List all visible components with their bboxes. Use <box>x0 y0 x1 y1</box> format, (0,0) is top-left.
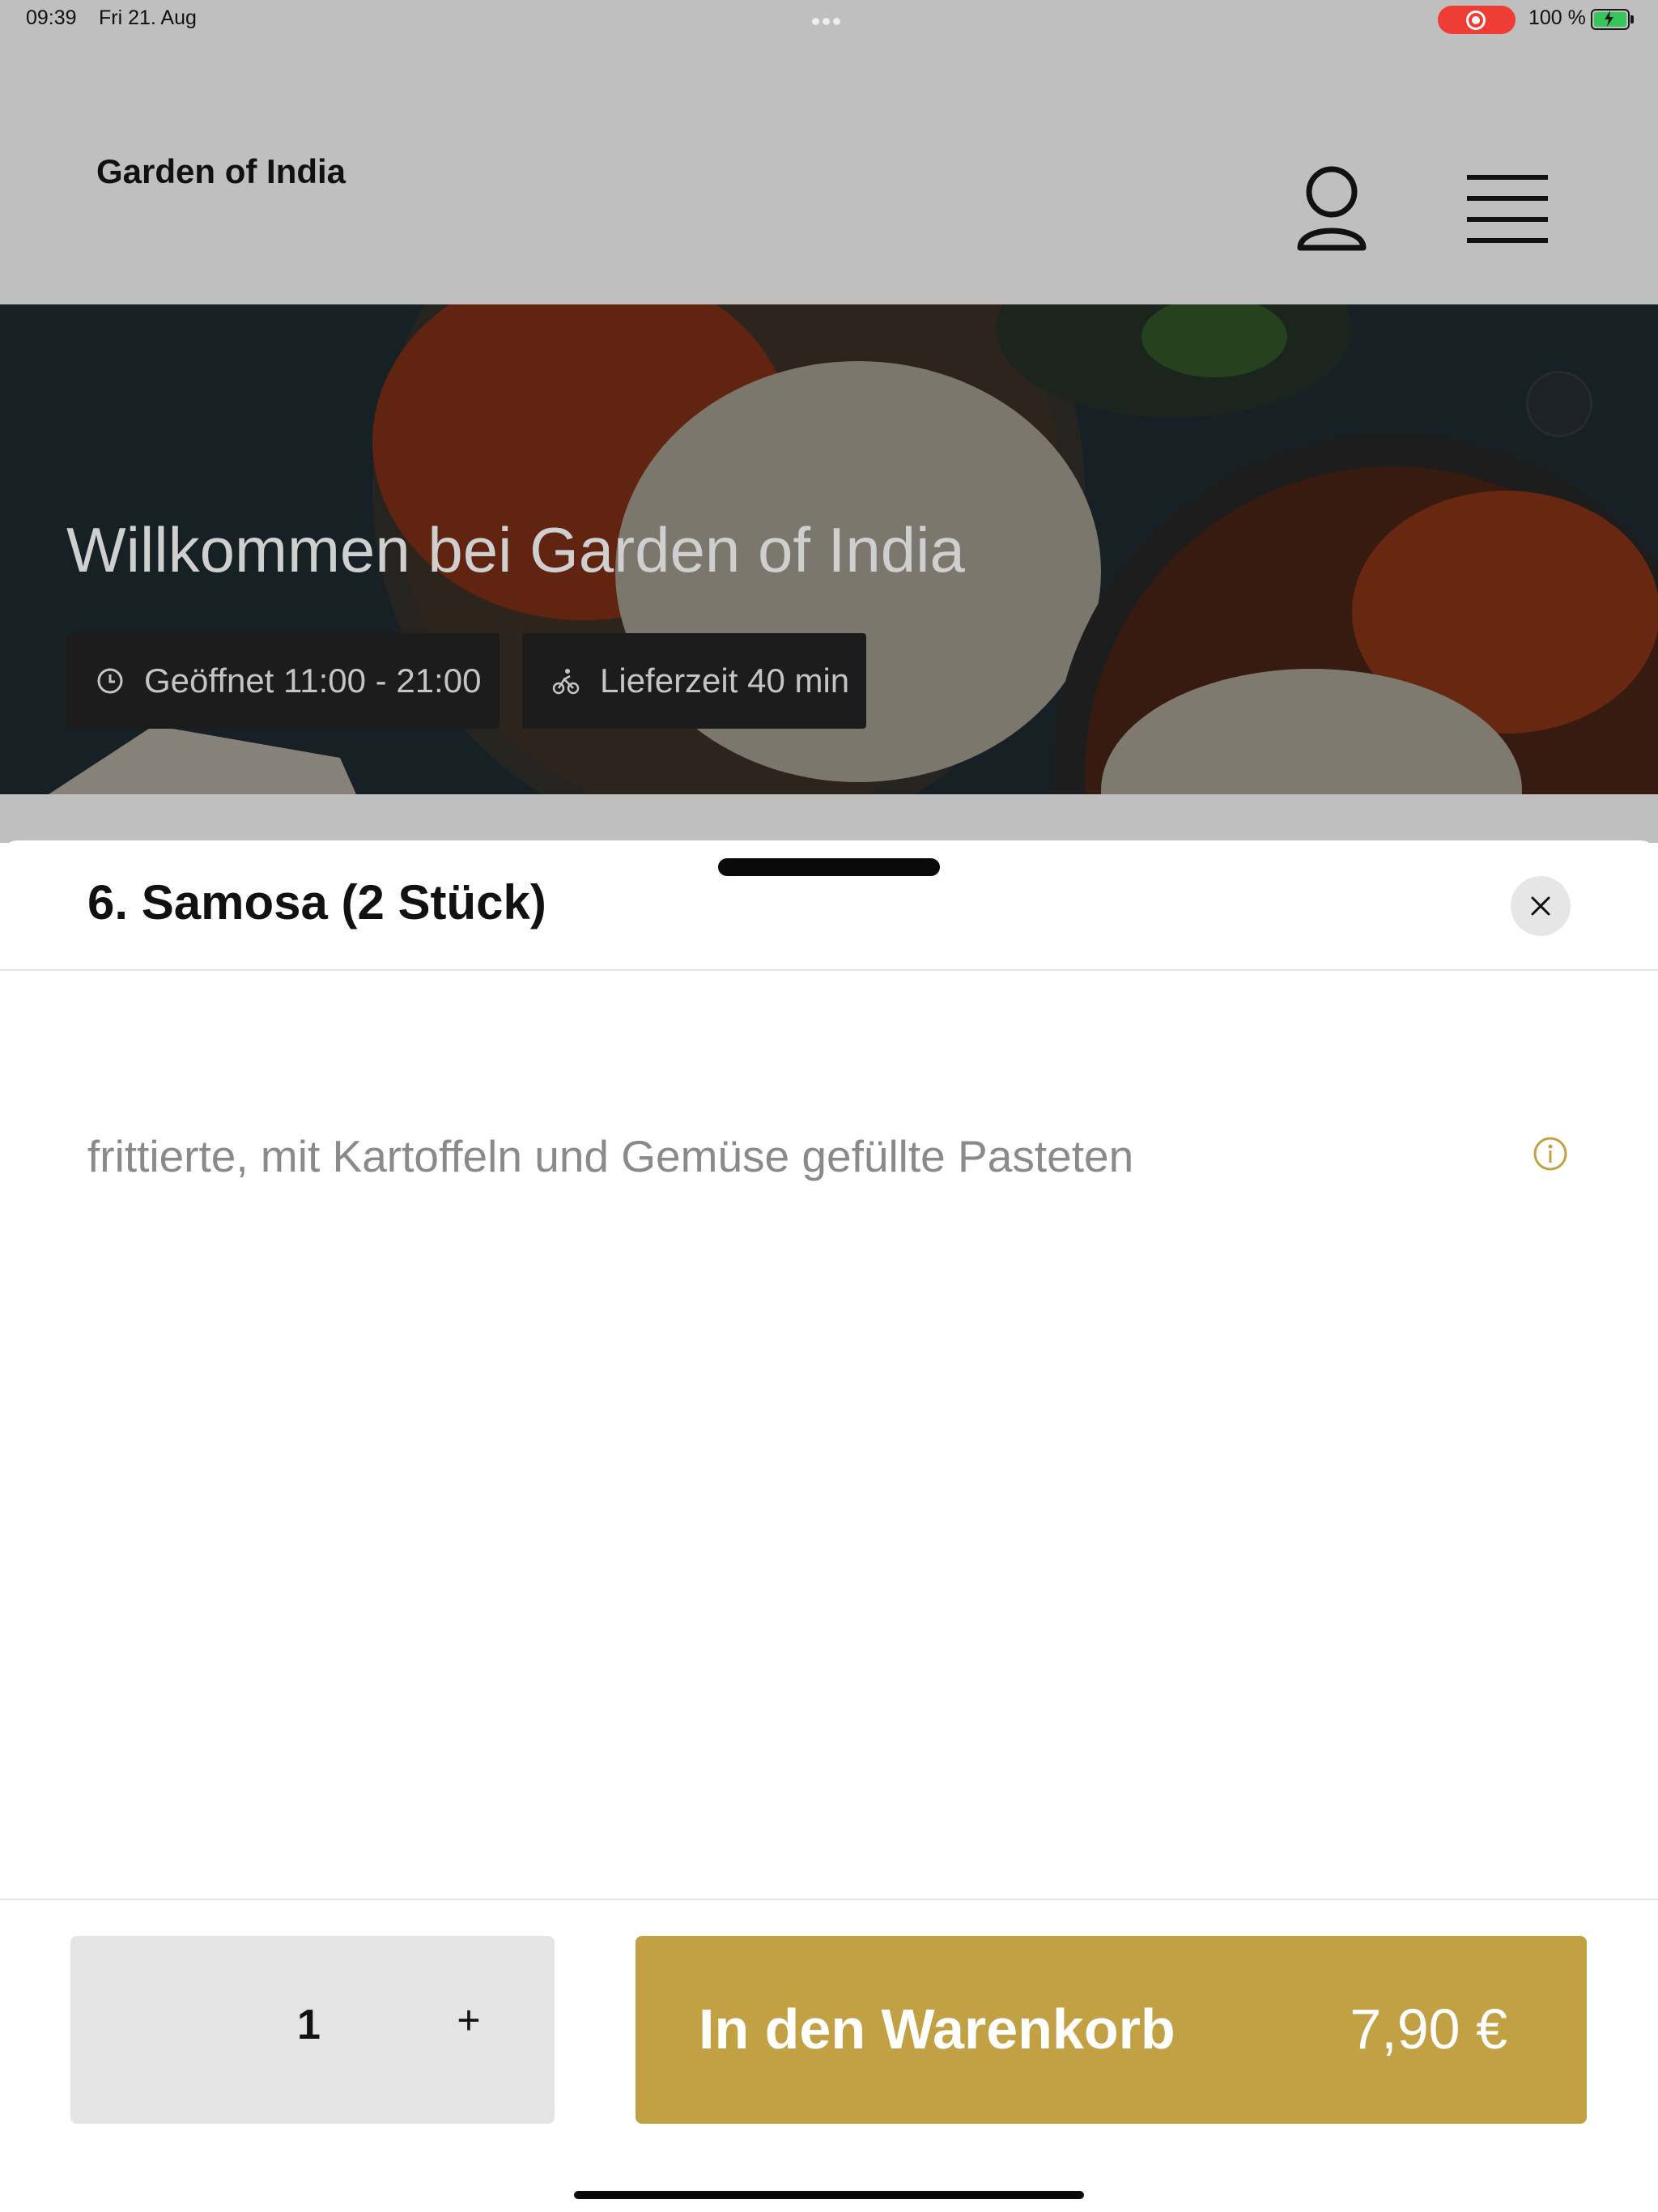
site-header: Garden of India <box>0 39 1658 304</box>
close-button[interactable] <box>1511 876 1571 936</box>
status-bar: 09:39 Fri 21. Aug 100 % <box>0 0 1658 39</box>
delivery-time-text: Lieferzeit 40 min <box>600 661 850 700</box>
add-to-cart-label: In den Warenkorb <box>699 1997 1175 2061</box>
status-date: Fri 21. Aug <box>99 6 197 29</box>
item-price: 7,90 € <box>1350 1997 1507 2061</box>
item-title: 6. Samosa (2 Stück) <box>87 875 546 929</box>
status-time: 09:39 <box>26 6 77 29</box>
battery-percentage: 100 % <box>1528 6 1586 29</box>
brand-name[interactable]: Garden of India <box>96 152 346 191</box>
divider <box>0 1899 1658 1900</box>
clock-icon <box>96 666 125 696</box>
item-description: frittierte, mit Kartoffeln und Gemüse ge… <box>87 1131 1134 1181</box>
multitasking-dots-icon[interactable] <box>812 15 846 25</box>
hero-banner: Willkommen bei Garden of India Geöffnet … <box>0 304 1658 794</box>
sheet-grabber[interactable] <box>718 858 940 876</box>
divider <box>0 969 1658 971</box>
quantity-value: 1 <box>297 2001 321 2048</box>
quantity-stepper: 1 + <box>70 1936 555 2124</box>
hamburger-menu-icon[interactable] <box>1467 175 1548 249</box>
add-to-cart-button[interactable]: In den Warenkorb 7,90 € <box>636 1936 1587 2124</box>
halal-icon <box>1526 371 1592 437</box>
opening-hours-text: Geöffnet 11:00 - 21:00 <box>144 661 482 700</box>
item-detail-sheet: 6. Samosa (2 Stück) frittierte, mit Kart… <box>0 840 1658 2212</box>
page-background <box>0 794 1658 843</box>
increase-quantity-button[interactable]: + <box>444 1996 493 2044</box>
close-icon <box>1531 896 1550 916</box>
user-icon[interactable] <box>1295 165 1368 258</box>
cyclist-icon <box>551 666 580 696</box>
home-indicator[interactable] <box>574 2191 1084 2199</box>
battery-icon <box>1591 9 1634 30</box>
screen-recording-icon[interactable] <box>1438 6 1516 34</box>
delivery-time-badge: Lieferzeit 40 min <box>522 633 866 729</box>
hero-title: Willkommen bei Garden of India <box>66 514 965 585</box>
info-icon[interactable] <box>1533 1136 1568 1176</box>
opening-hours-badge: Geöffnet 11:00 - 21:00 <box>66 633 500 729</box>
